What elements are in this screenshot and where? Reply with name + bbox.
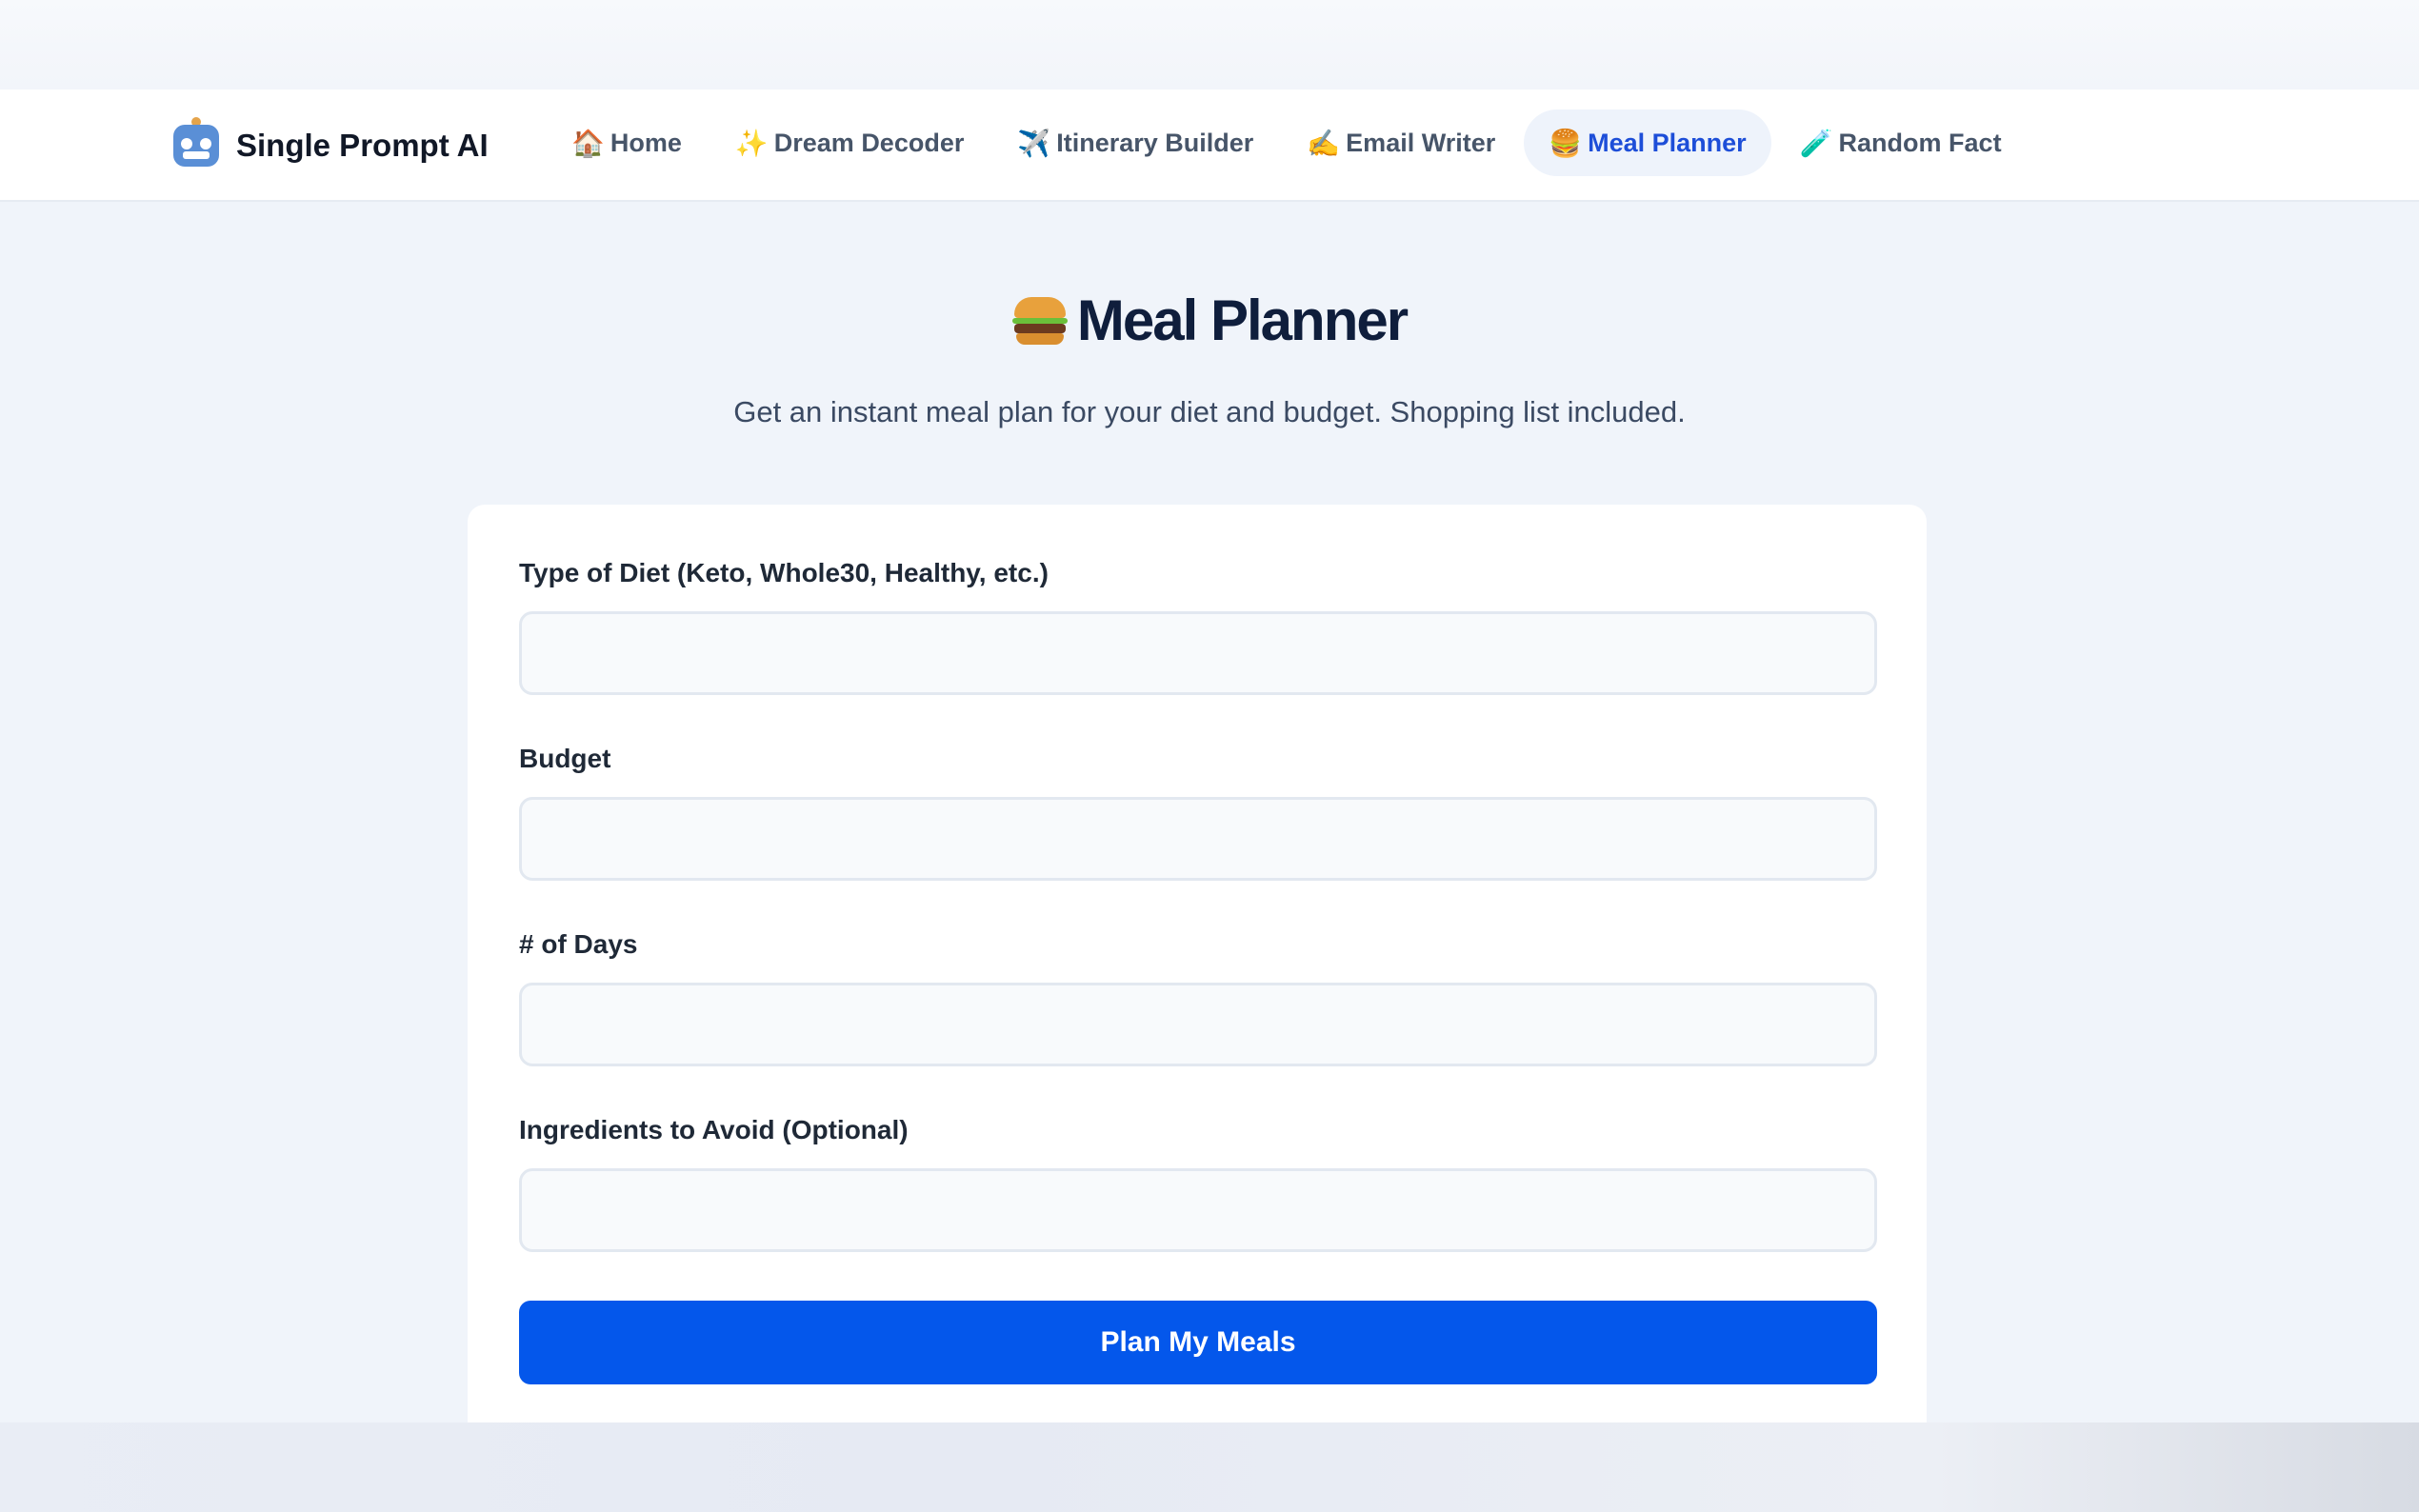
- page-title-text: Meal Planner: [1076, 288, 1409, 352]
- page-subtitle: Get an instant meal plan for your diet a…: [733, 395, 1686, 428]
- nav-item-label: Meal Planner: [1588, 128, 1747, 157]
- sparkles-icon: ✨: [734, 128, 769, 158]
- nav-item-dream-decoder[interactable]: ✨ Dream Decoder: [710, 109, 989, 176]
- avoid-ingredients-field-label: Ingredients to Avoid (Optional): [519, 1115, 909, 1144]
- nav-item-meal-planner[interactable]: 🍔 Meal Planner: [1524, 109, 1771, 176]
- main-nav: 🏠 Home ✨ Dream Decoder ✈️ Itinerary Buil…: [547, 109, 2027, 177]
- nav-item-label: Itinerary Builder: [1056, 128, 1254, 157]
- meal-planner-form: Type of Diet (Keto, Whole30, Healthy, et…: [468, 505, 1927, 1457]
- days-field-label: # of Days: [519, 929, 638, 959]
- days-field: # of Days: [519, 929, 1877, 1066]
- writing-hand-icon: ✍️: [1307, 128, 1341, 158]
- robot-icon: [170, 117, 223, 172]
- days-input[interactable]: [519, 983, 1877, 1066]
- browser-top-strip: [0, 0, 2419, 90]
- airplane-icon: ✈️: [1017, 128, 1051, 158]
- budget-field: Budget: [519, 744, 1877, 881]
- diet-field-label: Type of Diet (Keto, Whole30, Healthy, et…: [519, 558, 1049, 587]
- nav-item-label: Email Writer: [1346, 128, 1496, 157]
- nav-item-itinerary-builder[interactable]: ✈️ Itinerary Builder: [992, 109, 1278, 176]
- main-content: Meal Planner Get an instant meal plan fo…: [0, 202, 2419, 1512]
- avoid-ingredients-field: Ingredients to Avoid (Optional): [519, 1115, 1877, 1252]
- budget-input[interactable]: [519, 797, 1877, 881]
- budget-field-label: Budget: [519, 744, 611, 773]
- nav-item-label: Dream Decoder: [773, 128, 965, 157]
- page-title: Meal Planner: [0, 288, 2419, 353]
- nav-item-random-fact[interactable]: 🧪 Random Fact: [1775, 109, 2027, 176]
- plan-my-meals-button[interactable]: Plan My Meals: [519, 1301, 1877, 1384]
- nav-item-email-writer[interactable]: ✍️ Email Writer: [1282, 109, 1520, 176]
- nav-item-label: Home: [610, 128, 682, 157]
- brand[interactable]: Single Prompt AI: [170, 116, 489, 175]
- test-tube-icon: 🧪: [1799, 128, 1833, 158]
- brand-name: Single Prompt AI: [236, 128, 489, 163]
- diet-field: Type of Diet (Keto, Whole30, Healthy, et…: [519, 558, 1877, 695]
- bottom-fade: [0, 1422, 2419, 1512]
- avoid-ingredients-input[interactable]: [519, 1168, 1877, 1252]
- burger-icon: [1011, 293, 1068, 348]
- top-navbar: Single Prompt AI 🏠 Home ✨ Dream Decoder …: [0, 90, 2419, 202]
- nav-item-home[interactable]: 🏠 Home: [547, 109, 707, 176]
- burger-icon: 🍔: [1549, 128, 1583, 158]
- house-icon: 🏠: [571, 128, 605, 158]
- diet-input[interactable]: [519, 611, 1877, 695]
- nav-item-label: Random Fact: [1838, 128, 2002, 157]
